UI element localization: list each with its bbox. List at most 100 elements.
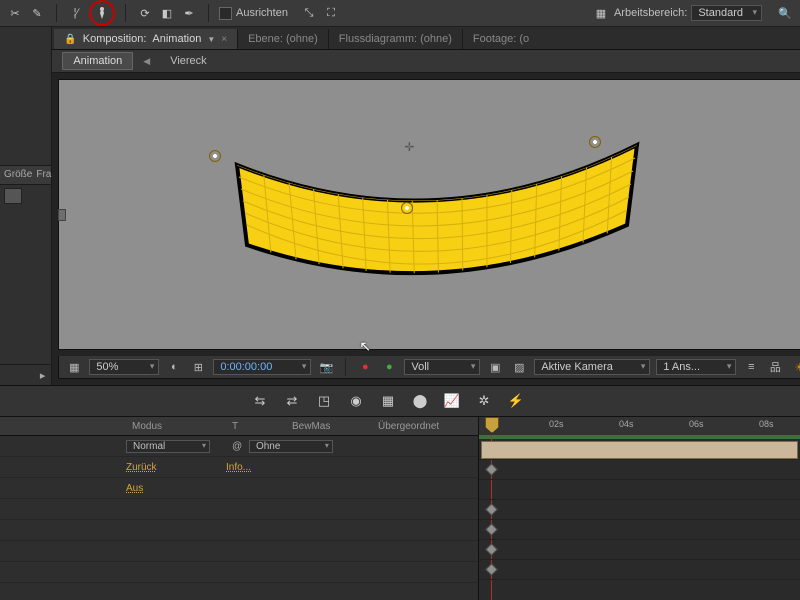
- track-row[interactable]: [479, 479, 800, 500]
- pickwhip-icon[interactable]: @: [232, 441, 242, 452]
- property-row[interactable]: [0, 520, 478, 541]
- track-row[interactable]: [479, 439, 800, 460]
- channel-r-icon[interactable]: ●: [356, 359, 374, 375]
- off-link[interactable]: Aus: [126, 483, 143, 494]
- keyframe-icon[interactable]: [485, 543, 498, 556]
- views-select[interactable]: 1 Ans...: [656, 359, 736, 375]
- resolution-select[interactable]: Voll: [404, 359, 480, 375]
- tool-roto-icon[interactable]: ⟳: [136, 4, 154, 22]
- main-area: Größe Fra ▸ 🔒 Komposition: Animation ▼ ×…: [0, 27, 800, 385]
- property-row[interactable]: [0, 562, 478, 583]
- snap-icon[interactable]: ⤡: [300, 4, 318, 22]
- tab-close-icon[interactable]: ×: [221, 34, 227, 45]
- tl-tool-icon[interactable]: ⇆: [250, 391, 270, 411]
- zoom-select[interactable]: 50%: [89, 359, 159, 375]
- 3d-icon[interactable]: 品: [766, 359, 784, 375]
- tab-layer[interactable]: Ebene: (ohne): [238, 29, 329, 49]
- tl-bolt-icon[interactable]: ⚡: [506, 391, 526, 411]
- tab-comp-menu-icon[interactable]: ▼: [207, 35, 215, 44]
- tl-grid-icon[interactable]: ▦: [378, 391, 398, 411]
- tab-footage[interactable]: Footage: (o: [463, 29, 539, 49]
- col-mode[interactable]: Modus: [126, 421, 232, 432]
- search-icon[interactable]: 🔍: [776, 4, 794, 22]
- track-row[interactable]: [479, 559, 800, 580]
- tab-flow-label: Flussdiagramm: (ohne): [339, 33, 452, 45]
- timeline-toolbar: ⇆ ⇄ ◳ ◉ ▦ ⬤ 📈 ✲ ⚡: [0, 386, 800, 417]
- channel-g-icon[interactable]: ●: [380, 359, 398, 375]
- info-link[interactable]: Info...: [226, 462, 251, 473]
- snapshot-icon[interactable]: 📷: [317, 359, 335, 375]
- layer-bar[interactable]: [481, 441, 798, 459]
- playhead-icon[interactable]: [485, 417, 499, 433]
- col-framerate[interactable]: Fra: [32, 169, 51, 180]
- tl-brain-icon[interactable]: ✲: [474, 391, 494, 411]
- track-row[interactable]: [479, 539, 800, 560]
- property-row[interactable]: [0, 499, 478, 520]
- workspace-icon: ▦: [592, 4, 610, 22]
- blend-mode-select[interactable]: Normal: [126, 440, 210, 453]
- comp-chip-icon[interactable]: [4, 188, 22, 204]
- col-size[interactable]: Größe: [0, 169, 32, 180]
- cursor-icon: ↖: [359, 338, 371, 355]
- top-toolbar: ✂ ✎ ¦⁄ ⟳ ◧ ✒ Ausrichten ⤡ ⛶ ▦ Arbeitsber…: [0, 0, 800, 27]
- breadcrumb-root[interactable]: Animation: [62, 52, 133, 70]
- grid-toggle-icon[interactable]: ▦: [65, 359, 83, 375]
- timecode-field[interactable]: 0:00:00:00: [213, 359, 311, 375]
- roi-icon[interactable]: ▣: [486, 359, 504, 375]
- comp-breadcrumb: Animation ◀ Viereck: [52, 50, 800, 73]
- property-row[interactable]: Zurück Info...: [0, 457, 478, 478]
- reset-link[interactable]: Zurück: [126, 462, 157, 473]
- tool-clone-icon[interactable]: ¦⁄: [67, 4, 85, 22]
- tool-pen-icon[interactable]: ✒: [180, 4, 198, 22]
- tab-flowchart[interactable]: Flussdiagramm: (ohne): [329, 29, 463, 49]
- tab-composition[interactable]: 🔒 Komposition: Animation ▼ ×: [54, 29, 238, 49]
- align-label: Ausrichten: [236, 7, 288, 19]
- parent-select[interactable]: Ohne: [249, 440, 333, 453]
- mask-toggle-icon[interactable]: ◐: [165, 359, 183, 375]
- track-row[interactable]: [479, 499, 800, 520]
- composition-viewport[interactable]: ✛ ↖: [58, 79, 800, 350]
- workspace-select[interactable]: Standard: [691, 5, 762, 21]
- guides-icon[interactable]: ⊞: [189, 359, 207, 375]
- expand-icon[interactable]: ▸: [40, 369, 46, 382]
- layer-row[interactable]: Normal @ Ohne: [0, 436, 478, 457]
- tl-tool-icon[interactable]: ⇄: [282, 391, 302, 411]
- keyframe-icon[interactable]: [485, 523, 498, 536]
- align-checkbox[interactable]: [219, 7, 232, 20]
- transparency-icon[interactable]: ▨: [510, 359, 528, 375]
- tool-shape-icon[interactable]: ◧: [158, 4, 176, 22]
- camera-select[interactable]: Aktive Kamera: [534, 359, 650, 375]
- tab-footage-label: Footage: (o: [473, 33, 529, 45]
- track-row[interactable]: [479, 519, 800, 540]
- property-row[interactable]: [0, 541, 478, 562]
- project-panel: Größe Fra ▸: [0, 27, 52, 385]
- snap-target-icon[interactable]: ⛶: [322, 4, 340, 22]
- keyframe-icon[interactable]: [485, 463, 498, 476]
- tl-graph-icon[interactable]: 📈: [442, 391, 462, 411]
- timeline-layers: Modus T BewMas Übergeordnet Normal @ Ohn…: [0, 417, 479, 600]
- tl-render-icon[interactable]: ◳: [314, 391, 334, 411]
- shape-layer[interactable]: [207, 125, 667, 305]
- ruler-tick: 04s: [619, 419, 634, 429]
- tool-brush-icon[interactable]: ✎: [28, 4, 46, 22]
- tool-puppet-pin-icon[interactable]: [89, 0, 115, 26]
- breadcrumb-child[interactable]: Viereck: [160, 53, 216, 69]
- col-bewmas[interactable]: BewMas: [292, 421, 372, 432]
- center-column: 🔒 Komposition: Animation ▼ × Ebene: (ohn…: [52, 27, 800, 385]
- keyframe-icon[interactable]: [485, 563, 498, 576]
- fastpreview-icon[interactable]: ≡: [742, 359, 760, 375]
- keyframe-icon[interactable]: [485, 503, 498, 516]
- time-ruler[interactable]: 02s 04s 06s 08s: [479, 417, 800, 436]
- tl-motion-icon[interactable]: ⬤: [410, 391, 430, 411]
- timeline-tracks[interactable]: 02s 04s 06s 08s: [479, 417, 800, 600]
- lock-icon[interactable]: 🔒: [64, 34, 76, 45]
- track-row[interactable]: [479, 459, 800, 480]
- col-trkmat[interactable]: T: [232, 421, 292, 432]
- tool-pan-behind-icon[interactable]: ✂: [6, 4, 24, 22]
- exposure-icon[interactable]: ☀: [790, 359, 800, 375]
- project-footer: ▸: [0, 364, 51, 385]
- property-row[interactable]: Aus: [0, 478, 478, 499]
- timeline-panel: ⇆ ⇄ ◳ ◉ ▦ ⬤ 📈 ✲ ⚡ Modus T BewMas Übergeo…: [0, 385, 800, 600]
- tl-blur-icon[interactable]: ◉: [346, 391, 366, 411]
- col-parent[interactable]: Übergeordnet: [372, 421, 478, 432]
